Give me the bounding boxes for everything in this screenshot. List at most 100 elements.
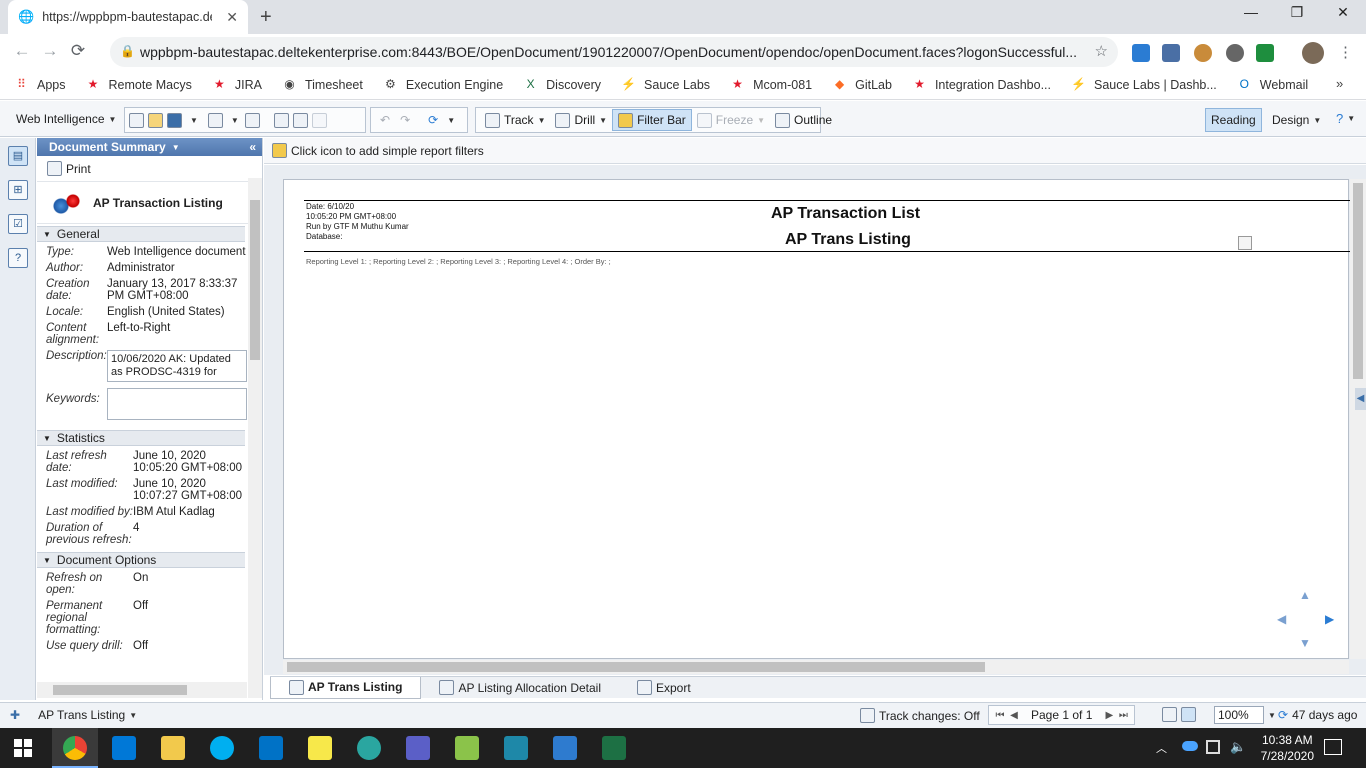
- outlook-icon[interactable]: [259, 736, 283, 760]
- bookmark-item[interactable]: ◉ Timesheet: [282, 77, 363, 92]
- scrollbar-thumb[interactable]: [287, 662, 985, 672]
- file-explorer-icon[interactable]: [161, 736, 185, 760]
- bookmark-item[interactable]: O Webmail: [1237, 77, 1309, 92]
- edge-icon[interactable]: [112, 736, 136, 760]
- document-summary-icon[interactable]: ▤: [8, 146, 28, 166]
- reading-mode-button[interactable]: Reading: [1205, 108, 1262, 132]
- sticky-notes-icon[interactable]: [308, 736, 332, 760]
- input-controls-icon[interactable]: ☑: [8, 214, 28, 234]
- scrollbar-thumb[interactable]: [53, 685, 187, 695]
- tab-ap-listing-allocation-detail[interactable]: AP Listing Allocation Detail: [421, 677, 619, 699]
- teams-icon[interactable]: [406, 736, 430, 760]
- summary-vertical-scrollbar[interactable]: [248, 178, 262, 698]
- windows-extension-icon[interactable]: [1132, 44, 1150, 62]
- bookmark-item[interactable]: ⠿ Apps: [14, 77, 65, 92]
- new-tab-button[interactable]: +: [260, 6, 272, 29]
- avatar[interactable]: [1302, 42, 1324, 64]
- section-general[interactable]: ▼ General: [37, 226, 245, 242]
- help-icon[interactable]: ?: [8, 248, 28, 268]
- close-window-button[interactable]: ✕: [1320, 4, 1366, 21]
- tab-ap-trans-listing[interactable]: AP Trans Listing: [270, 676, 422, 699]
- report-horizontal-scrollbar[interactable]: [283, 660, 1349, 674]
- next-page-icon[interactable]: ▶: [1102, 710, 1116, 721]
- windows-start-icon[interactable]: [14, 739, 32, 757]
- bookmark-item[interactable]: ⚡ Sauce Labs: [621, 77, 710, 92]
- help-button[interactable]: ? ▼: [1336, 111, 1355, 126]
- excel-icon[interactable]: [602, 736, 626, 760]
- bookmarks-overflow-icon[interactable]: »: [1336, 76, 1343, 91]
- cookie-extension-icon[interactable]: [1194, 44, 1212, 62]
- network-icon[interactable]: [1206, 740, 1220, 754]
- browser-tab[interactable]: 🌐 https://wppbpm-bautestapac.del ✕: [8, 0, 248, 34]
- page-nav-up-icon[interactable]: ▲: [1299, 588, 1311, 602]
- onedrive-icon[interactable]: [1182, 741, 1198, 751]
- scrollbar-thumb[interactable]: [1353, 183, 1363, 379]
- app-icon[interactable]: [504, 736, 528, 760]
- notifications-icon[interactable]: [1324, 739, 1342, 755]
- summary-horizontal-scrollbar[interactable]: [37, 682, 247, 698]
- print-icon[interactable]: [207, 112, 223, 128]
- export-icon[interactable]: [292, 112, 308, 128]
- bookmark-item[interactable]: ★ JIRA: [212, 77, 262, 92]
- collapse-panel-icon[interactable]: «: [249, 140, 256, 154]
- page-nav-right-icon[interactable]: ▶: [1325, 612, 1334, 626]
- report-vertical-scrollbar[interactable]: [1350, 179, 1366, 659]
- app-icon[interactable]: [357, 736, 381, 760]
- track-changes-status[interactable]: Track changes: Off: [860, 708, 980, 723]
- navigation-map-icon[interactable]: ⊞: [8, 180, 28, 200]
- section-statistics[interactable]: ▼ Statistics: [37, 430, 245, 446]
- quick-display-icon[interactable]: [1162, 707, 1177, 722]
- drill-button[interactable]: Drill ▼: [550, 112, 612, 128]
- chevron-down-icon[interactable]: ▼: [231, 116, 239, 125]
- last-page-icon[interactable]: ⏭: [1116, 710, 1130, 721]
- page-nav-down-icon[interactable]: ▼: [1299, 636, 1311, 650]
- chevron-down-icon[interactable]: ▼: [190, 116, 198, 125]
- bookmark-item[interactable]: ★ Remote Macys: [86, 77, 192, 92]
- chevron-down-icon[interactable]: ▼: [172, 143, 180, 152]
- bluetooth-extension-icon[interactable]: [1162, 44, 1180, 62]
- menu-kebab-icon[interactable]: ⋮: [1338, 43, 1353, 61]
- minimize-button[interactable]: —: [1228, 4, 1274, 20]
- page-nav-left-icon[interactable]: ◀: [1277, 612, 1286, 626]
- bookmark-star-icon[interactable]: ☆: [1095, 42, 1108, 60]
- bookmark-item[interactable]: ★ Integration Dashbo...: [912, 77, 1051, 92]
- keywords-field[interactable]: [107, 388, 247, 420]
- taskbar-clock[interactable]: 10:38 AM 7/28/2020: [1261, 732, 1314, 764]
- section-document-options[interactable]: ▼ Document Options: [37, 552, 245, 568]
- tab-export[interactable]: Export: [619, 677, 709, 699]
- tab-close-icon[interactable]: ✕: [226, 9, 238, 26]
- open-folder-icon[interactable]: [148, 112, 163, 128]
- volume-icon[interactable]: 🔈: [1230, 739, 1246, 755]
- back-arrow-icon[interactable]: ←: [8, 41, 36, 61]
- scrollbar-thumb[interactable]: [250, 200, 260, 360]
- bookmark-item[interactable]: X Discovery: [523, 77, 601, 92]
- notepad-icon[interactable]: [455, 736, 479, 760]
- dm-app-icon[interactable]: [553, 736, 577, 760]
- chevron-up-icon[interactable]: ︿: [1156, 740, 1167, 756]
- bookmark-item[interactable]: ⚙ Execution Engine: [383, 77, 503, 92]
- zoom-select[interactable]: 100% ▼: [1214, 706, 1276, 724]
- expand-right-panel-icon[interactable]: ◀: [1355, 388, 1366, 410]
- extension-icon[interactable]: [1226, 44, 1244, 62]
- track-button[interactable]: Track ▼: [480, 112, 550, 128]
- page-indicator[interactable]: Page 1 of 1: [1031, 708, 1092, 722]
- refresh-icon[interactable]: ⟳: [423, 113, 443, 127]
- history-icon[interactable]: [273, 112, 289, 128]
- outline-button[interactable]: Outline: [770, 112, 837, 128]
- reload-icon[interactable]: ⟳: [64, 41, 92, 61]
- chevron-down-icon[interactable]: ▼: [447, 116, 455, 125]
- report-selector[interactable]: ✚ AP Trans Listing ▼: [10, 708, 137, 722]
- save-icon[interactable]: [167, 112, 182, 128]
- description-field[interactable]: 10/06/2020 AK: Updated as PRODSC-4319 fo…: [107, 350, 247, 382]
- url-input[interactable]: 🔒 wppbpm-bautestapac.deltekenterprise.co…: [110, 37, 1118, 67]
- bookmark-item[interactable]: ◆ GitLab: [832, 77, 892, 92]
- page-display-icon[interactable]: [1181, 707, 1196, 722]
- first-page-icon[interactable]: ⏮: [993, 710, 1007, 721]
- bookmark-item[interactable]: ★ Mcom-081: [730, 77, 812, 92]
- new-document-icon[interactable]: [129, 112, 144, 128]
- sheets-extension-icon[interactable]: [1256, 44, 1274, 62]
- chrome-icon[interactable]: [63, 736, 87, 760]
- forward-arrow-icon[interactable]: →: [36, 41, 64, 61]
- webi-app-menu[interactable]: Web Intelligence ▼: [16, 112, 116, 126]
- filter-bar-button[interactable]: Filter Bar: [612, 109, 692, 131]
